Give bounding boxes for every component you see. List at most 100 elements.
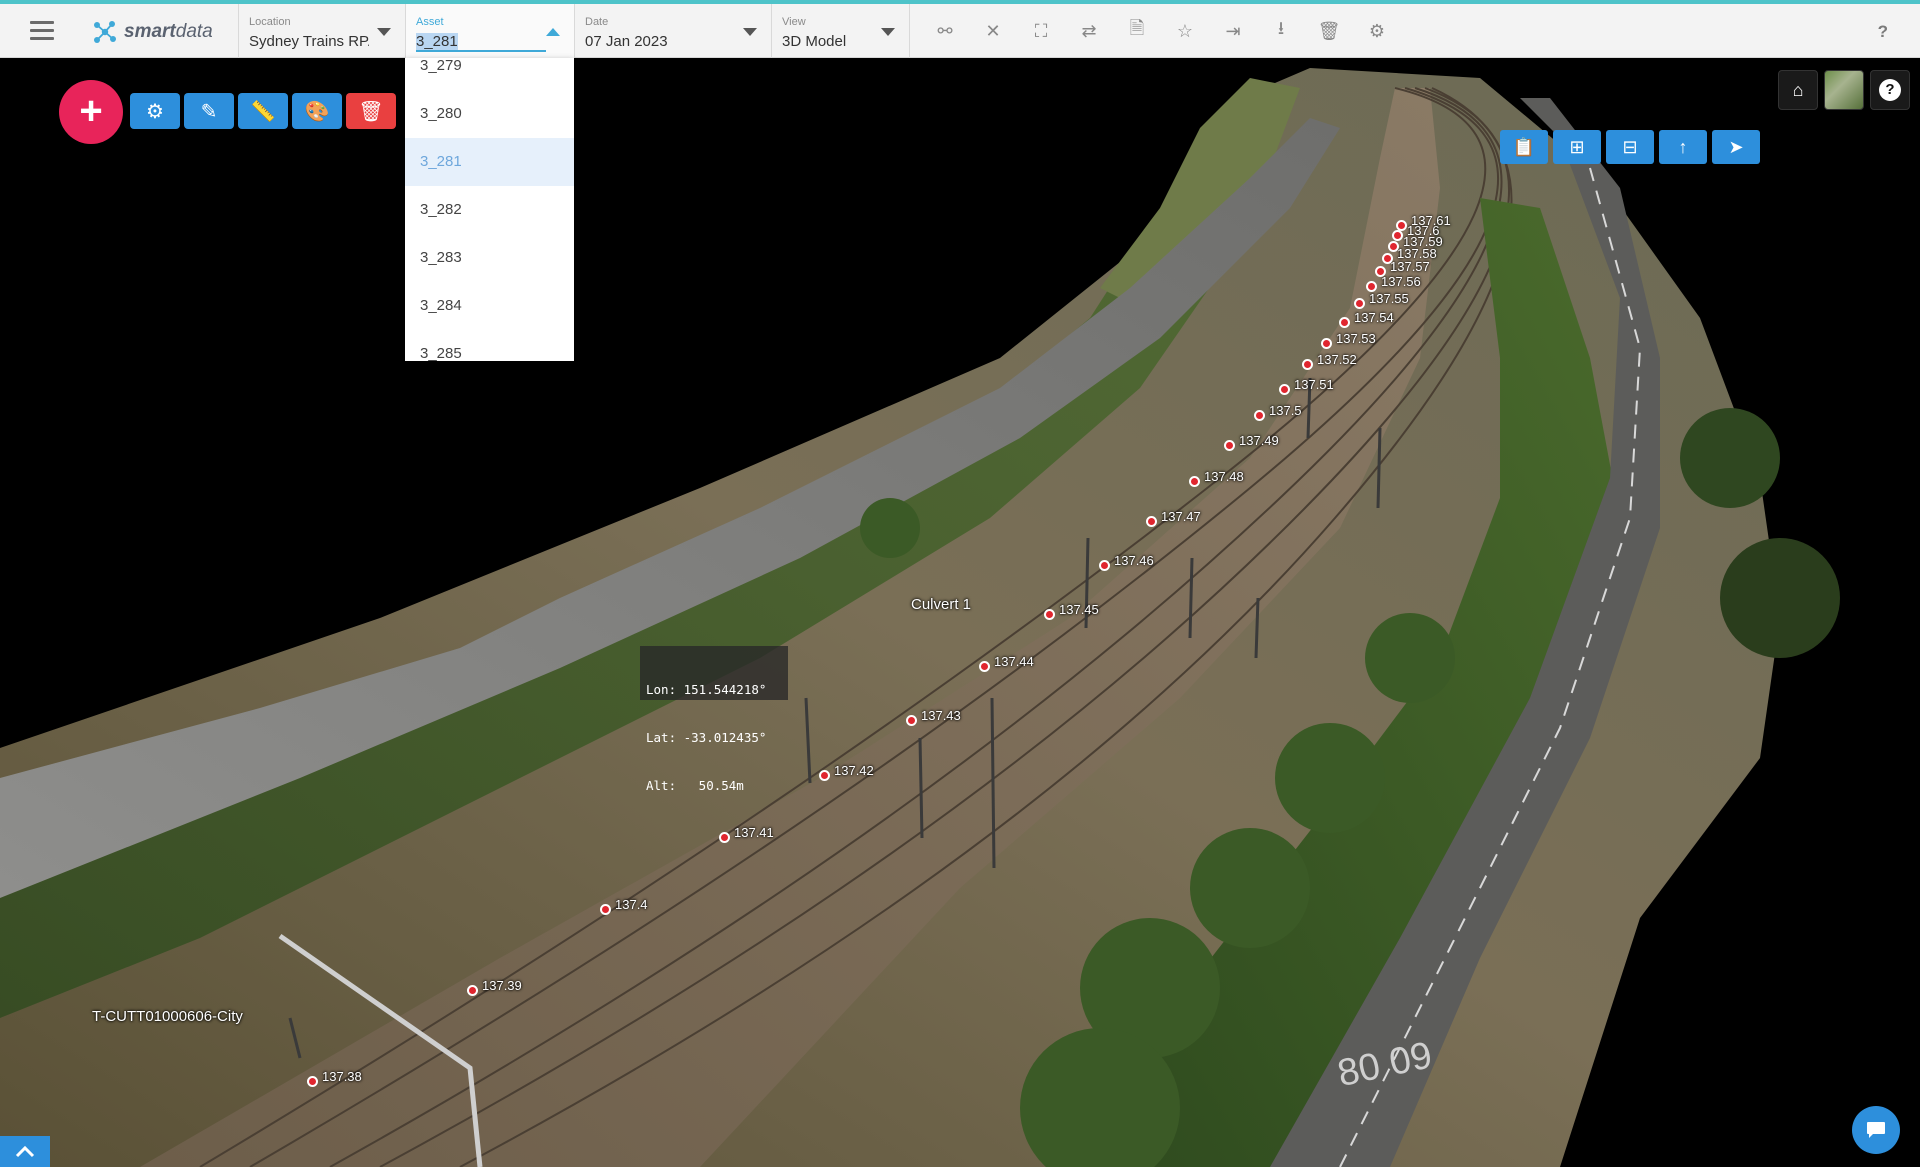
km-marker-dot[interactable]: [1254, 410, 1265, 421]
trash-icon[interactable]: 🗑: [1314, 16, 1344, 46]
km-marker-label: 137.49: [1239, 433, 1279, 448]
km-marker-label: 137.47: [1161, 509, 1201, 524]
km-marker-dot[interactable]: [1375, 266, 1386, 277]
km-marker-label: 137.57: [1390, 259, 1430, 274]
right-toolbar: 📋 ⊞ ⊟ ↑ ➤: [1500, 130, 1760, 164]
km-marker-label: 137.39: [482, 978, 522, 993]
settings-icon[interactable]: ⚙: [130, 93, 180, 129]
km-marker-label: 137.56: [1381, 274, 1421, 289]
km-marker-dot[interactable]: [1388, 241, 1399, 252]
minus-square-icon[interactable]: ⊟: [1606, 130, 1654, 164]
km-marker-dot[interactable]: [1354, 298, 1365, 309]
download-icon[interactable]: ⭳: [1266, 16, 1296, 46]
ruler-icon[interactable]: 📏: [238, 93, 288, 129]
km-marker-dot[interactable]: [1392, 230, 1403, 241]
km-marker-dot[interactable]: [906, 715, 917, 726]
date-label: Date: [585, 16, 609, 28]
plus-square-icon[interactable]: ⊞: [1553, 130, 1601, 164]
km-marker-dot[interactable]: [1279, 384, 1290, 395]
settings-icon[interactable]: ⚙: [1362, 16, 1392, 46]
view-value: 3D Model: [782, 33, 847, 50]
star-icon[interactable]: ☆: [1170, 16, 1200, 46]
chevron-down-icon[interactable]: [743, 28, 757, 36]
arrow-up-icon[interactable]: ↑: [1659, 130, 1707, 164]
km-marker-dot[interactable]: [1146, 516, 1157, 527]
cutting-label[interactable]: T-CUTT01000606-City: [92, 1008, 243, 1025]
swap-icon[interactable]: ⇄: [1074, 16, 1104, 46]
view-selector[interactable]: View 3D Model: [771, 4, 910, 58]
chevron-down-icon[interactable]: [377, 28, 391, 36]
location-selector[interactable]: Location Sydney Trains RPA: [238, 4, 405, 58]
export-icon[interactable]: ⇥: [1218, 16, 1248, 46]
app-root: smartdata Location Sydney Trains RPA Ass…: [0, 0, 1920, 1167]
km-marker-label: 137.5: [1269, 403, 1302, 418]
km-marker-dot[interactable]: [979, 661, 990, 672]
km-marker-dot[interactable]: [1189, 476, 1200, 487]
pencil-icon[interactable]: ✎: [184, 93, 234, 129]
fullscreen-icon[interactable]: ⛶: [1026, 16, 1056, 46]
asset-input[interactable]: 3_281: [416, 33, 546, 52]
palette-icon[interactable]: 🎨: [292, 93, 342, 129]
km-marker-label: 137.4: [615, 897, 648, 912]
hamburger-menu-icon[interactable]: [30, 21, 54, 41]
chevron-up-icon[interactable]: [546, 28, 560, 36]
close-icon[interactable]: ✕: [978, 16, 1008, 46]
km-marker-label: 137.53: [1336, 331, 1376, 346]
date-value: 07 Jan 2023: [585, 33, 668, 50]
asset-option[interactable]: 3_285: [405, 330, 574, 361]
asset-option[interactable]: 3_282: [405, 186, 574, 234]
asset-dropdown-list[interactable]: 3_279 3_280 3_281 3_282 3_283 3_284 3_28…: [405, 58, 574, 361]
km-marker-dot[interactable]: [819, 770, 830, 781]
km-marker-dot[interactable]: [600, 904, 611, 915]
app-logo[interactable]: smartdata: [92, 19, 213, 45]
trash-icon[interactable]: 🗑: [346, 93, 396, 129]
unlink-icon[interactable]: ⚯: [930, 16, 960, 46]
clipboard-icon[interactable]: 📋: [1500, 130, 1548, 164]
km-marker-dot[interactable]: [1382, 253, 1393, 264]
km-marker-dot[interactable]: [1224, 440, 1235, 451]
map-thumbnail[interactable]: [1824, 70, 1864, 110]
km-marker-dot[interactable]: [1099, 560, 1110, 571]
latitude-readout: Lat: -33.012435°: [646, 730, 767, 745]
asset-option[interactable]: 3_283: [405, 234, 574, 282]
date-selector[interactable]: Date 07 Jan 2023: [574, 4, 771, 58]
altitude-readout: Alt: 50.54m: [646, 778, 744, 793]
send-icon[interactable]: ➤: [1712, 130, 1760, 164]
chat-icon[interactable]: [1852, 1106, 1900, 1154]
km-marker-label: 137.55: [1369, 291, 1409, 306]
km-marker-label: 137.51: [1294, 377, 1334, 392]
km-marker-label: 137.41: [734, 825, 774, 840]
km-marker-dot[interactable]: [719, 832, 730, 843]
km-marker-label: 137.54: [1354, 310, 1394, 325]
km-marker-dot[interactable]: [307, 1076, 318, 1087]
asset-label: Asset: [416, 16, 444, 28]
3d-model-viewport[interactable]: 80 09 Culvert 1 T-CUTT01000606-City 137.…: [0, 58, 1920, 1167]
km-marker-dot[interactable]: [1044, 609, 1055, 620]
asset-option-selected[interactable]: 3_281: [405, 138, 574, 186]
logo-icon: [94, 21, 116, 43]
add-button[interactable]: +: [59, 80, 123, 144]
asset-option[interactable]: 3_280: [405, 90, 574, 138]
km-marker-dot[interactable]: [1366, 281, 1377, 292]
pdf-icon[interactable]: 🗎: [1122, 16, 1152, 46]
km-marker-dot[interactable]: [467, 985, 478, 996]
right-top-toolbar: ⌂ ?: [1778, 70, 1910, 110]
chevron-down-icon[interactable]: [881, 28, 895, 36]
km-marker-dot[interactable]: [1396, 220, 1407, 231]
asset-selector[interactable]: Asset 3_281: [405, 4, 574, 58]
top-bar: smartdata Location Sydney Trains RPA Ass…: [0, 0, 1920, 58]
help-icon[interactable]: ?: [1870, 70, 1910, 110]
asset-option[interactable]: 3_279: [405, 58, 574, 90]
km-marker-dot[interactable]: [1321, 338, 1332, 349]
asset-option[interactable]: 3_284: [405, 282, 574, 330]
km-marker-label: 137.48: [1204, 469, 1244, 484]
chevron-up-icon[interactable]: [0, 1136, 50, 1167]
home-icon[interactable]: ⌂: [1778, 70, 1818, 110]
asset-value: 3_281: [416, 33, 458, 50]
help-icon[interactable]: ?: [1878, 22, 1888, 42]
km-marker-dot[interactable]: [1302, 359, 1313, 370]
km-marker-label: 137.52: [1317, 352, 1357, 367]
left-toolbar: ⚙ ✎ 📏 🎨 🗑: [130, 93, 396, 129]
culvert-label[interactable]: Culvert 1: [911, 596, 971, 613]
km-marker-dot[interactable]: [1339, 317, 1350, 328]
